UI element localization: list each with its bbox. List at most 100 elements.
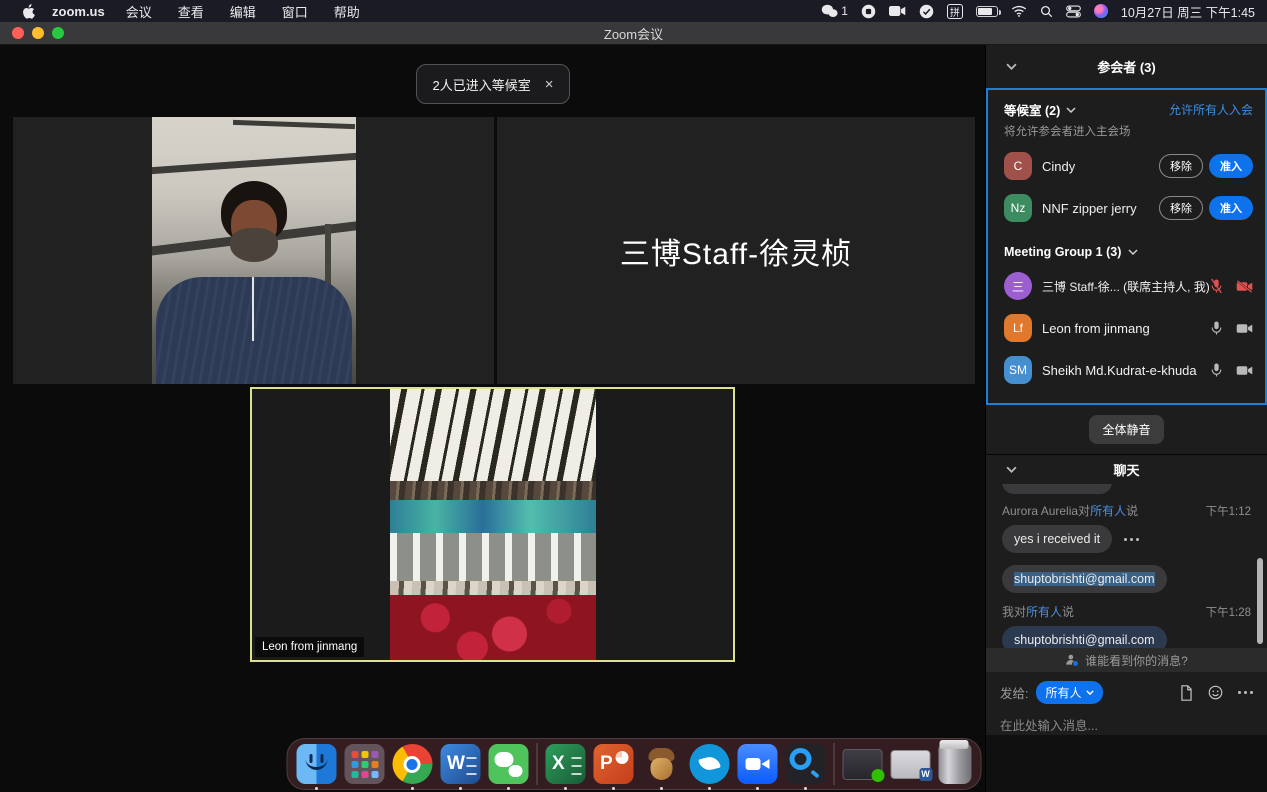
camera-icon	[1236, 364, 1253, 377]
chat-sender-line: 我对所有人说 下午1:28	[1002, 603, 1251, 620]
admit-button[interactable]: 准入	[1209, 154, 1253, 178]
mute-all-button[interactable]: 全体静音	[1089, 415, 1163, 444]
admit-all-link[interactable]: 允许所有人入会	[1169, 101, 1253, 118]
message-time: 下午1:28	[1206, 604, 1251, 620]
waiting-entry-cindy[interactable]: C Cindy 移除 准入	[988, 145, 1265, 187]
camera-off-icon	[1236, 280, 1253, 293]
wechat-badge: 1	[841, 4, 848, 18]
participants-header: 参会者 (3)	[986, 45, 1267, 88]
window-title: Zoom会议	[0, 24, 1267, 43]
wifi-icon[interactable]	[1011, 5, 1027, 17]
chat-bubble-partial	[1002, 484, 1112, 494]
admit-button[interactable]: 准入	[1209, 196, 1253, 220]
remove-button[interactable]: 移除	[1159, 154, 1203, 178]
chevron-down-icon	[1086, 690, 1094, 695]
avatar: 三	[1004, 272, 1032, 300]
waiting-room-chevron-icon	[1066, 107, 1076, 113]
siri-icon[interactable]	[1094, 4, 1108, 18]
menu-window[interactable]: 窗口	[269, 2, 321, 21]
wechat-status-icon[interactable]: 1	[821, 4, 848, 18]
quicktime-icon[interactable]	[785, 744, 825, 784]
video-gallery: 2人已进入等候室 × 三博Staff-徐灵桢 Leon from jin	[0, 45, 985, 792]
panel-filler	[986, 735, 1267, 792]
battery-icon[interactable]	[976, 6, 998, 17]
chat-header: 聊天	[986, 455, 1267, 484]
chat-scrollbar[interactable]	[1257, 558, 1263, 644]
emoji-icon[interactable]	[1208, 685, 1223, 700]
window-title-bar: Zoom会议	[0, 22, 1267, 45]
audience-label: 所有人	[1090, 504, 1126, 518]
wechat-icon[interactable]	[488, 744, 528, 784]
message-input[interactable]: 在此处输入消息...	[1000, 715, 1253, 734]
send-to-selector[interactable]: 所有人	[1036, 681, 1102, 704]
menu-edit[interactable]: 编辑	[217, 2, 269, 21]
chat-messages: Aurora Aurelia对所有人说 下午1:12 yes i receive…	[986, 484, 1267, 648]
minimized-window-word-icon[interactable]: W	[890, 750, 930, 779]
minimized-window-excel-icon[interactable]	[842, 749, 882, 780]
waiting-entry-jerry[interactable]: Nz NNF zipper jerry 移除 准入	[988, 187, 1265, 229]
dock-separator	[833, 743, 834, 785]
audience-label: 所有人	[1026, 605, 1062, 619]
participant-name: Leon from jinmang	[1042, 321, 1150, 336]
remove-button[interactable]: 移除	[1159, 196, 1203, 220]
word-icon[interactable]: W	[440, 744, 480, 784]
video-tile-host[interactable]: 三博Staff-徐灵桢	[497, 117, 975, 384]
chat-bubble: yes i received it	[1002, 525, 1112, 553]
video-tile-sheikh[interactable]	[13, 117, 494, 384]
member-row-leon[interactable]: Lf Leon from jinmang	[988, 307, 1265, 349]
selected-text: shuptobrishti@gmail.com	[1014, 572, 1155, 586]
chat-compose: 发给: 所有人 在此处输入消息...	[986, 672, 1267, 735]
dingtalk-icon[interactable]	[689, 744, 729, 784]
menu-view[interactable]: 查看	[165, 2, 217, 21]
participant-name: Sheikh Md.Kudrat-e-khuda	[1042, 363, 1197, 378]
chat-bubble: shuptobrishti@gmail.com	[1002, 565, 1167, 593]
video-tile-active-speaker[interactable]: Leon from jinmang	[250, 387, 735, 662]
menu-app-name[interactable]: zoom.us	[52, 4, 105, 19]
host-tile-name: 三博Staff-徐灵桢	[620, 229, 852, 273]
participant-name: Cindy	[1042, 159, 1075, 174]
chat-title: 聊天	[1113, 460, 1139, 479]
participants-collapse-icon[interactable]	[1006, 63, 1017, 70]
send-to-label: 发给:	[1000, 683, 1028, 702]
avatar: Nz	[1004, 194, 1032, 222]
chrome-icon[interactable]	[392, 744, 432, 784]
menu-meeting[interactable]: 会议	[113, 2, 165, 21]
member-row-sheikh[interactable]: SM Sheikh Md.Kudrat-e-khuda	[988, 349, 1265, 391]
active-tile-name-label: Leon from jinmang	[255, 637, 364, 657]
task-check-icon[interactable]	[919, 4, 934, 19]
avatar: C	[1004, 152, 1032, 180]
person-visibility-icon	[1065, 653, 1079, 667]
menu-help[interactable]: 帮助	[321, 2, 373, 21]
launchpad-icon[interactable]	[344, 744, 384, 784]
participant-video	[152, 117, 356, 384]
side-panel: 参会者 (3) 等候室 (2) 允许所有人入会 将允许参会者进入主会场 C Ci…	[985, 45, 1267, 792]
avatar: SM	[1004, 356, 1032, 384]
attach-file-icon[interactable]	[1180, 685, 1193, 701]
input-method-icon[interactable]: 拼	[947, 4, 963, 19]
mute-all-area: 全体静音	[986, 405, 1267, 455]
excel-icon[interactable]: X	[545, 744, 585, 784]
participants-title: 参会者 (3)	[1097, 57, 1156, 76]
meeting-group-header[interactable]: Meeting Group 1 (3)	[988, 245, 1265, 259]
toast-close-icon[interactable]: ×	[545, 77, 554, 92]
member-row-host[interactable]: 三 三博 Staff-徐... (联席主持人, 我)	[988, 265, 1265, 307]
camera-status-icon[interactable]	[889, 5, 906, 17]
chat-collapse-icon[interactable]	[1006, 466, 1017, 473]
message-time: 下午1:12	[1206, 503, 1251, 519]
screen-record-icon[interactable]	[861, 4, 876, 19]
spotlight-search-icon[interactable]	[1040, 5, 1053, 18]
trash-icon[interactable]	[938, 744, 971, 784]
waiting-room-subtitle: 将允许参会者进入主会场	[988, 119, 1265, 139]
nutstore-icon[interactable]	[641, 744, 681, 784]
control-center-icon[interactable]	[1066, 5, 1081, 18]
menu-datetime[interactable]: 10月27日 周三 下午1:45	[1121, 2, 1255, 21]
apple-menu-icon[interactable]	[22, 3, 36, 19]
visibility-hint-bar[interactable]: 谁能看到你的消息?	[986, 648, 1267, 672]
message-more-icon[interactable]	[1124, 538, 1139, 541]
chat-more-icon[interactable]	[1238, 691, 1253, 694]
finder-icon[interactable]	[296, 744, 336, 784]
waiting-room-title[interactable]: 等候室 (2)	[1004, 100, 1076, 119]
zoom-app-icon[interactable]	[737, 744, 777, 784]
powerpoint-icon[interactable]: P	[593, 744, 633, 784]
mic-muted-icon	[1210, 278, 1223, 294]
